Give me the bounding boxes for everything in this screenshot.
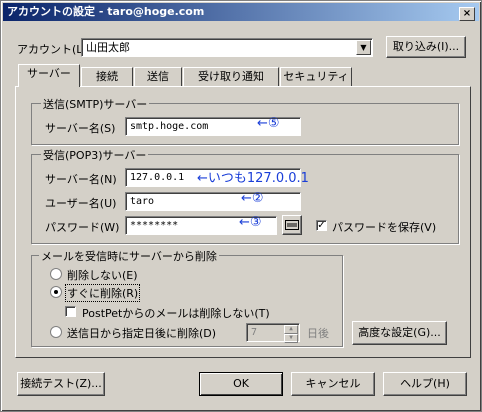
- pop3-server-label: サーバー名(N): [45, 173, 117, 186]
- tab-security[interactable]: セキュリティ: [280, 67, 352, 86]
- account-settings-dialog: アカウントの設定 - taro@hoge.com × アカウント(L) 山田太郎…: [0, 0, 482, 412]
- pop3-user-input[interactable]: taro: [125, 192, 301, 211]
- import-button[interactable]: 取り込み(I)...: [386, 36, 466, 58]
- radio-delete-after-days[interactable]: [50, 326, 62, 338]
- tab-send[interactable]: 送信: [134, 67, 182, 86]
- smtp-server-label: サーバー名(S): [45, 122, 116, 135]
- radio-no-delete-label: 削除しない(E): [67, 269, 138, 282]
- radio-delete-after-days-label: 送信日から指定日後に削除(D): [67, 327, 217, 340]
- pop3-server-annotation: ←いつも127.0.0.1: [197, 171, 309, 186]
- help-button[interactable]: ヘルプ(H): [383, 372, 467, 396]
- account-select[interactable]: 山田太郎 ▼: [81, 38, 373, 57]
- days-input[interactable]: 7 ▲ ▼: [246, 323, 300, 343]
- connection-test-button[interactable]: 接続テスト(Z)...: [17, 372, 105, 396]
- spin-down-icon[interactable]: ▼: [284, 334, 298, 343]
- postpet-checkbox[interactable]: [65, 306, 76, 317]
- days-value: 7: [251, 327, 258, 338]
- tab-connection[interactable]: 接続: [81, 67, 133, 86]
- window-title: アカウントの設定 - taro@hoge.com: [7, 5, 205, 18]
- tab-receipt-notification[interactable]: 受け取り通知: [183, 67, 279, 86]
- days-unit-label: 日後: [307, 327, 329, 340]
- pop3-user-label: ユーザー名(U): [45, 197, 117, 210]
- cancel-button[interactable]: キャンセル: [291, 372, 375, 396]
- radio-delete-now-label: すぐに削除(R): [65, 284, 141, 302]
- spin-up-icon[interactable]: ▲: [284, 325, 298, 334]
- pop3-password-annotation: ←③: [239, 215, 262, 230]
- chevron-down-icon[interactable]: ▼: [356, 40, 371, 55]
- days-spinner[interactable]: ▲ ▼: [284, 325, 298, 343]
- pop3-password-label: パスワード(W): [45, 221, 120, 234]
- keyboard-icon-graphic: [285, 220, 299, 230]
- delete-group-title: メールを受信時にサーバーから削除: [39, 248, 219, 264]
- title-bar: アカウントの設定 - taro@hoge.com ×: [3, 3, 479, 21]
- radio-delete-now[interactable]: [50, 286, 62, 298]
- postpet-label: PostPetからのメールは削除しない(T): [82, 307, 270, 320]
- save-password-checkbox[interactable]: ✓: [316, 220, 327, 231]
- ok-button[interactable]: OK: [199, 372, 283, 396]
- save-password-label: パスワードを保存(V): [332, 221, 437, 234]
- smtp-annotation: ←⑤: [257, 116, 280, 131]
- radio-no-delete[interactable]: [50, 268, 62, 280]
- smtp-group-title: 送信(SMTP)サーバー: [41, 96, 150, 112]
- tab-server[interactable]: サーバー: [18, 64, 80, 87]
- advanced-settings-button[interactable]: 高度な設定(G)...: [352, 321, 447, 345]
- close-button[interactable]: ×: [459, 7, 475, 21]
- keyboard-icon[interactable]: [282, 215, 302, 235]
- pop3-user-annotation: ←②: [241, 191, 264, 206]
- pop3-group-title: 受信(POP3)サーバー: [41, 147, 149, 163]
- account-label: アカウント(L): [17, 43, 87, 56]
- account-select-value: 山田太郎: [86, 41, 130, 54]
